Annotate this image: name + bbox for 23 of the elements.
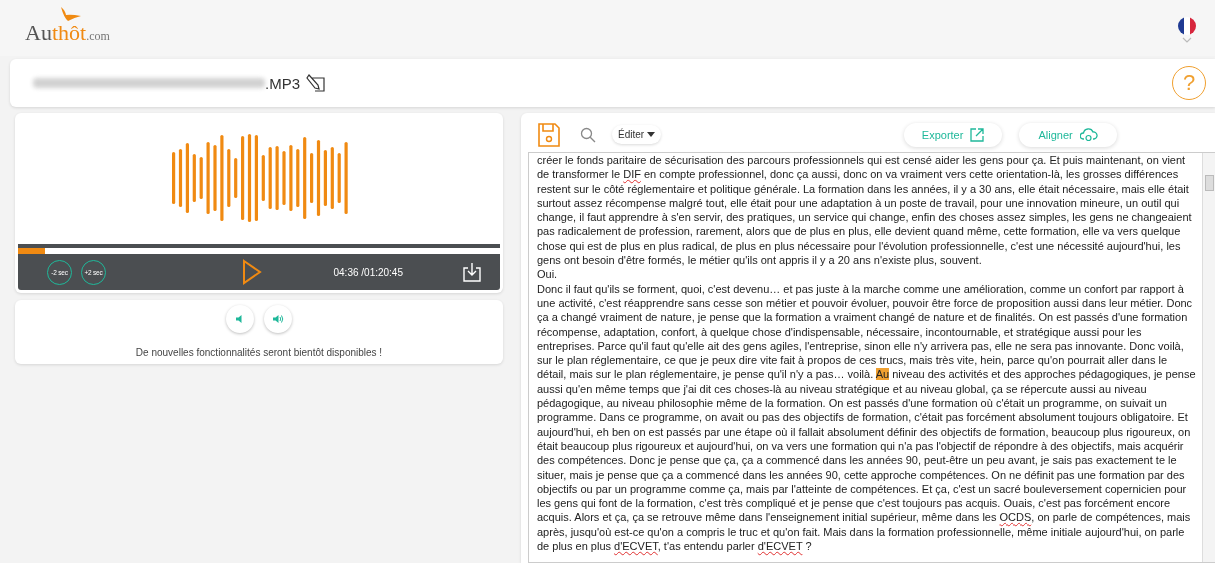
download-icon[interactable] [463, 262, 481, 282]
play-icon[interactable] [241, 259, 263, 285]
transcript-paragraph: créer le fonds paritaire de sécurisation des parcours professionnels qui est censé aider les gens pour ça. Et puis maintenant, on vient de transformer le DIF en compte professionnel, donc ça aussi, donc on va vraiment vers cette orientation-là, les grosses différences restent sur le côté réglementaire et politique générale. La formation dans les années, il y a 30 ans, elle était nécessaire, mais elle était surtout assez récompense malgré tout, elle était pour une adaptation à un poste de travail, pour une innovation mineure, un outil qui change, il faut apprendre à s'en servir, des pratiques, un service qui change, enfin des choses assez simples, les gens ne changeaient pas radicalement de profession, rarement, alors que de plus en plus, elle devient quand même, cette formation, elle va vers quelque chose qui est de plus en plus radical, de plus en plus nécessaire pour l'évolution professionnelle, c'est une nécessité aujourd'hui, les gens ont besoin d'être formés, le métier qu'ils ont appris il y a 20 ans n'existe plus, souvent. [537, 153, 1193, 268]
cloud-icon [1079, 127, 1098, 142]
caret-icon [647, 132, 656, 137]
save-icon[interactable] [538, 122, 560, 147]
edit-dropdown[interactable]: Éditer [612, 125, 662, 144]
transcript-paragraph: Oui. [537, 267, 559, 282]
notice-text: De nouvelles fonctionnalités seront bientôt disponibles ! [135, 347, 383, 358]
scrollbar-thumb[interactable] [1205, 175, 1214, 191]
speaker-icon [235, 314, 245, 324]
volume-up-button[interactable] [264, 305, 292, 333]
search-icon[interactable] [580, 126, 596, 143]
playback-time: 04:36 /01:20:45 [333, 266, 403, 278]
external-link-icon [970, 127, 985, 142]
file-extension: .MP3 [265, 74, 300, 92]
scrollbar[interactable] [1202, 153, 1215, 562]
pencil-icon[interactable] [306, 73, 326, 93]
progress-track[interactable] [18, 244, 500, 254]
volume-down-button[interactable] [226, 305, 254, 333]
logo[interactable]: Authôt.com [25, 10, 110, 46]
speaker-loud-icon [272, 314, 284, 324]
transcript-paragraph: Donc il faut qu'ils se forment, quoi, c'est devenu… et pas juste à la marche comme une amélioration, comme un confort par rapport à une activité, c'est réapprendre sans cesse son métier et pouvoir évoluer, pouvoir être force de proposition aussi dans leur métier. Donc ça a changé vraiment de nature, je pense que la formation a vraiment changé de nature et de finalités. On est passés d'une formation récompense, adaptation, confort, à quelque chose d'indispensable, nécessaire, incontournable, et stratégique aussi pour les entreprises. Parce qu'il faut qu'elle ait des gens agiles, l'entreprise, sinon elle n'y arrivera pas, elle ne sera pas innovante. Donc voilà, sur le plan réglementaire, ce que je peux dire vite fait à propos de ces trucs, mais très vite, hein, parce qu'on pourrait aller dans le détail, mais sur le plan réglementaire, je pense qu'il n'y a pas… voilà. Au niveau des activités et des approches pédagogiques, je pense aussi qu'en même temps que j'ai dit ces choses-là au niveau stratégique et au niveau global, ça se répercute aussi au niveau pédagogique, au niveau philosophie même de la formation. On est passés d'une formation où c'était un programme, on suivait un programme. Dans ce programme, on avait ou pas des objectifs de formation, c'était pas forcément absolument toujours obligatoire. Et aujourd'hui, eh ben on est passés par une étape où il fallait absolument définir des objectifs de formation, beaucoup plus rigoureux, on était beaucoup plus rigoureux et aujourd'hui, on va vers une formation qui n'a pas l'objectif de répondre à des objectifs, mais acquérir des compétences. Donc je pense que ça, ça a commencé dans les années 90, peut-être un peu avant, je sais pas exactement te le situer, mais je pense que ça a commencé dans les années 90, cette approche compétences. On ne définit pas une formation par des objectifs ou par un programme comme ça, mais par l'atteinte de compétences. Et ça, c'est un sacré bouleversement copernicien pour les gens qui font de la formation, c'est très compliqué et je pense que c'est toujours pas acquis. Ouais, c'est pas forcément encore acquis. Alors et ça, ça se retrouve même dans l'enseignement initial supérieur, même dans les OCDS, on parle de compétences, mais après, jusqu'où est-ce qu'on a compris le truc et qu'on fait. Mais dans la formation professionnelle, même initiale aujourd'hui, on parle de plus en plus d'ECVET, t'as entendu parler d'ECVET ? [537, 281, 1196, 554]
